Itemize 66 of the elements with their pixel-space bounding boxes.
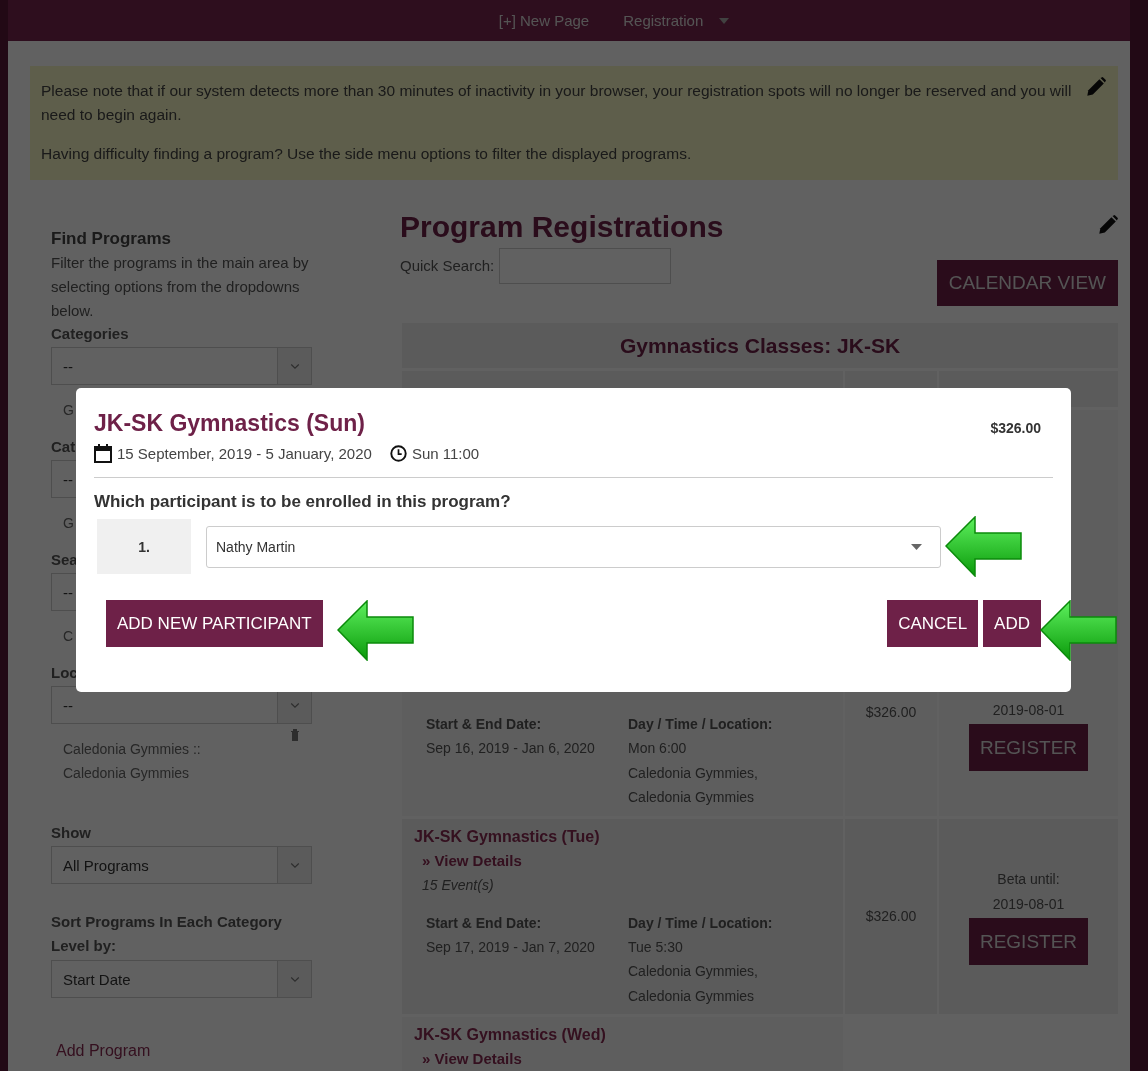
field-label: Day / Time / Location: xyxy=(628,715,774,734)
arrow-icon xyxy=(337,600,414,661)
page-title: Program Registrations xyxy=(400,210,724,244)
schedule-text: Caledonia Gymmies, xyxy=(628,763,759,783)
filter-note: Caledonia Gymmies xyxy=(63,764,190,783)
participant-dropdown[interactable]: Nathy Martin xyxy=(206,525,941,568)
availability-text: Beta until: xyxy=(997,870,1060,890)
program-name: JK-SK Gymnastics (Tue) xyxy=(414,826,601,847)
field-label: Start & End Date: xyxy=(426,715,543,734)
nav-link[interactable]: [+] New Page xyxy=(498,12,590,29)
clock-icon xyxy=(389,444,407,462)
pencil-icon xyxy=(1096,215,1118,237)
register-button[interactable]: REGISTER xyxy=(968,918,1089,966)
participant-number: 1. xyxy=(97,519,191,574)
sidebar-description: Filter the programs in the main area by selecting options from the dropdowns below. xyxy=(51,253,310,321)
notice-text: Having difficulty finding a program? Use the side menu options to filter the displayed programs. xyxy=(41,144,693,164)
filter-label: Loc xyxy=(51,663,78,683)
filter-note: Caledonia Gymmies :: xyxy=(63,740,201,759)
cancel-button[interactable]: CANCEL xyxy=(887,600,979,647)
participant-question: Which participant is to be enrolled in this program? xyxy=(94,492,512,512)
event-count: 15 Event(s) xyxy=(422,875,495,895)
arrow-icon xyxy=(945,516,1022,577)
filter-label: Sort Programs In Each Category Level by: xyxy=(51,912,283,956)
table-heading: Gymnastics Classes: JK-SK xyxy=(402,323,1118,368)
filter-note: G xyxy=(63,401,74,420)
filter-label: Cat xyxy=(51,437,76,457)
program-price: $326.00 xyxy=(990,420,1041,437)
modal-title: JK-SK Gymnastics (Sun) xyxy=(94,410,365,437)
date-range: Sep 17, 2019 - Jan 7, 2020 xyxy=(426,937,596,957)
filter-dropdown[interactable]: -- xyxy=(51,347,312,385)
fee-amount: $326.00 xyxy=(865,704,917,720)
availability-text: 2019-08-01 xyxy=(992,895,1065,915)
search-label: Quick Search: xyxy=(400,256,495,276)
add-participant-button[interactable]: ADD NEW PARTICIPANT xyxy=(106,600,323,647)
caret-icon xyxy=(911,543,922,550)
availability-text: 2019-08-01 xyxy=(992,701,1065,720)
session-time: Sun 11:00 xyxy=(411,444,480,462)
filter-note: G xyxy=(63,514,74,533)
add-button[interactable]: ADD xyxy=(983,600,1041,647)
arrow-icon xyxy=(1040,600,1117,661)
field-label: Start & End Date: xyxy=(426,913,543,933)
calendar-icon xyxy=(94,443,112,463)
calendar-view-button[interactable]: CALENDAR VIEW xyxy=(936,260,1118,306)
schedule-text: Caledonia Gymmies xyxy=(628,788,756,807)
add-program-link[interactable]: Add Program xyxy=(56,1042,151,1060)
view-details-link[interactable]: » View Details xyxy=(422,848,522,873)
program-name: JK-SK Gymnastics (Wed) xyxy=(414,1025,607,1045)
schedule-text: Caledonia Gymmies, xyxy=(628,962,759,981)
view-details-link[interactable]: » View Details xyxy=(422,1047,522,1071)
nav-link[interactable]: Registration xyxy=(623,12,704,29)
schedule-text: Caledonia Gymmies xyxy=(628,986,756,1006)
schedule-text: Mon 6:00 xyxy=(628,739,688,758)
notice-text: Please note that if our system detects more than 30 minutes of inactivity in your browser, your registration spots will no longer be reserved and you will need to begin again. xyxy=(41,81,1073,125)
register-button[interactable]: REGISTER xyxy=(968,724,1089,771)
filter-label: Show xyxy=(51,823,91,843)
show-dropdown[interactable]: All Programs xyxy=(51,846,312,884)
sort-dropdown[interactable]: Start Date xyxy=(51,960,312,998)
date-range: 15 September, 2019 - 5 January, 2020 xyxy=(117,444,372,462)
date-range: Sep 16, 2019 - Jan 6, 2020 xyxy=(426,739,596,758)
filter-label: Categories xyxy=(51,324,129,344)
sidebar-heading: Find Programs xyxy=(51,229,172,249)
pencil-icon xyxy=(1084,77,1106,99)
fee-amount: $326.00 xyxy=(865,908,917,925)
filter-note: C xyxy=(63,627,74,646)
field-label: Day / Time / Location: xyxy=(628,913,774,933)
schedule-text: Tue 5:30 xyxy=(628,937,684,957)
